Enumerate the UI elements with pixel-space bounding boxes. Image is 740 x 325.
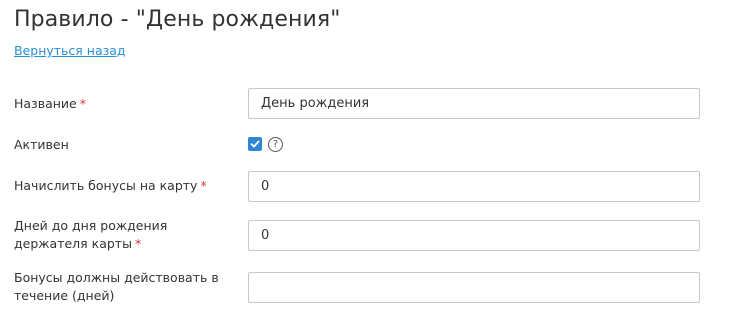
- active-checkbox[interactable]: [248, 137, 262, 151]
- validity-days-label-text: Бонусы должны действовать в течение (дне…: [14, 270, 219, 303]
- days-before-label-text: Дней до дня рождения держателя карты: [14, 218, 168, 251]
- active-label: Активен: [14, 136, 236, 154]
- bonus-amount-label-text: Начислить бонусы на карту: [14, 178, 198, 193]
- name-label-text: Название: [14, 96, 77, 111]
- days-before-label: Дней до дня рождения держателя карты *: [14, 217, 236, 253]
- page-title: Правило - "День рождения": [14, 7, 341, 32]
- bonus-amount-label: Начислить бонусы на карту *: [14, 177, 236, 195]
- name-input[interactable]: [248, 88, 700, 119]
- days-before-input[interactable]: [248, 220, 700, 251]
- validity-days-label: Бонусы должны действовать в течение (дне…: [14, 269, 236, 305]
- checkmark-icon: [250, 140, 260, 148]
- validity-days-input[interactable]: [248, 272, 700, 303]
- active-label-text: Активен: [14, 137, 69, 152]
- required-mark: *: [200, 178, 207, 193]
- back-link[interactable]: Вернуться назад: [14, 43, 126, 58]
- required-mark: *: [134, 236, 142, 251]
- required-mark: *: [79, 96, 86, 111]
- name-label: Название *: [14, 95, 236, 113]
- question-circle-icon[interactable]: ?: [268, 137, 283, 152]
- bonus-amount-input[interactable]: [248, 171, 700, 202]
